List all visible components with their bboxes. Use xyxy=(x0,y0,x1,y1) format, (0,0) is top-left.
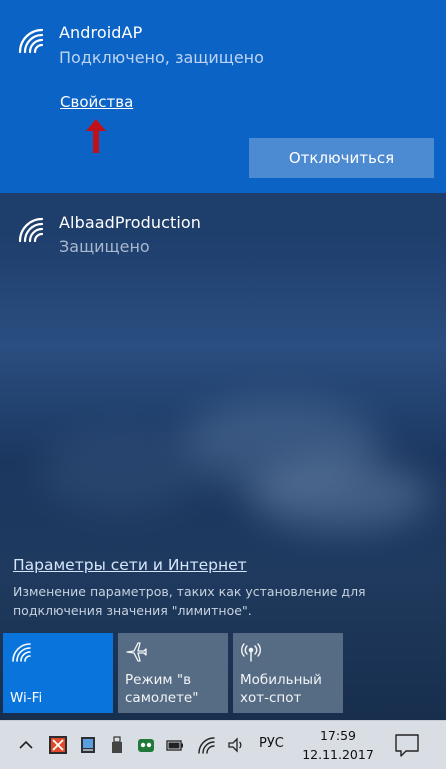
wifi-icon[interactable] xyxy=(196,735,216,755)
tile-label: Wi-Fi xyxy=(10,690,43,706)
network-item-albaadproduction[interactable]: AlbaadProduction Защищено xyxy=(0,193,446,273)
network-status: Подключено, защищено xyxy=(59,48,264,67)
network-settings-link[interactable]: Параметры сети и Интернет xyxy=(13,556,247,574)
display-app-icon[interactable] xyxy=(78,735,98,755)
wifi-icon xyxy=(18,217,44,243)
tile-airplane-mode[interactable]: Режим "в самолете" xyxy=(118,633,228,713)
disconnect-button[interactable]: Отключиться xyxy=(249,138,434,178)
network-name: AlbaadProduction xyxy=(59,213,202,232)
clock[interactable]: 17:59 12.11.2017 xyxy=(300,726,376,764)
network-settings-description: Изменение параметров, таких как установл… xyxy=(13,584,366,618)
airplane-icon xyxy=(126,642,147,662)
taskbar: РУС 17:59 12.11.2017 xyxy=(0,720,446,769)
network-name: AndroidAP xyxy=(59,23,143,42)
notification-center-icon[interactable] xyxy=(393,732,421,758)
volume-icon[interactable] xyxy=(226,735,246,755)
hotspot-icon xyxy=(241,643,261,662)
language-indicator[interactable]: РУС xyxy=(259,736,284,751)
wifi-icon xyxy=(12,643,31,662)
chevron-up-icon[interactable] xyxy=(16,735,36,755)
usb-device-icon[interactable] xyxy=(107,735,127,755)
network-status: Защищено xyxy=(59,237,150,256)
tile-label: Режим "в самолете" xyxy=(125,672,199,706)
tile-wifi[interactable]: Wi-Fi xyxy=(3,633,113,713)
clock-date: 12.11.2017 xyxy=(302,747,374,762)
battery-icon[interactable] xyxy=(165,735,185,755)
wifi-icon xyxy=(18,28,44,54)
properties-link[interactable]: Свойства xyxy=(60,93,133,111)
security-app-icon[interactable] xyxy=(48,735,68,755)
tile-mobile-hotspot[interactable]: Мобильный хот-спот xyxy=(233,633,343,713)
robot-app-icon[interactable] xyxy=(136,735,156,755)
arrow-up-icon xyxy=(86,119,106,153)
tile-label: Мобильный хот-спот xyxy=(240,672,322,706)
network-flyout: AndroidAP Подключено, защищено Свойства … xyxy=(0,0,446,720)
network-item-androidap[interactable]: AndroidAP Подключено, защищено Свойства … xyxy=(0,0,446,193)
clock-time: 17:59 xyxy=(319,728,357,743)
